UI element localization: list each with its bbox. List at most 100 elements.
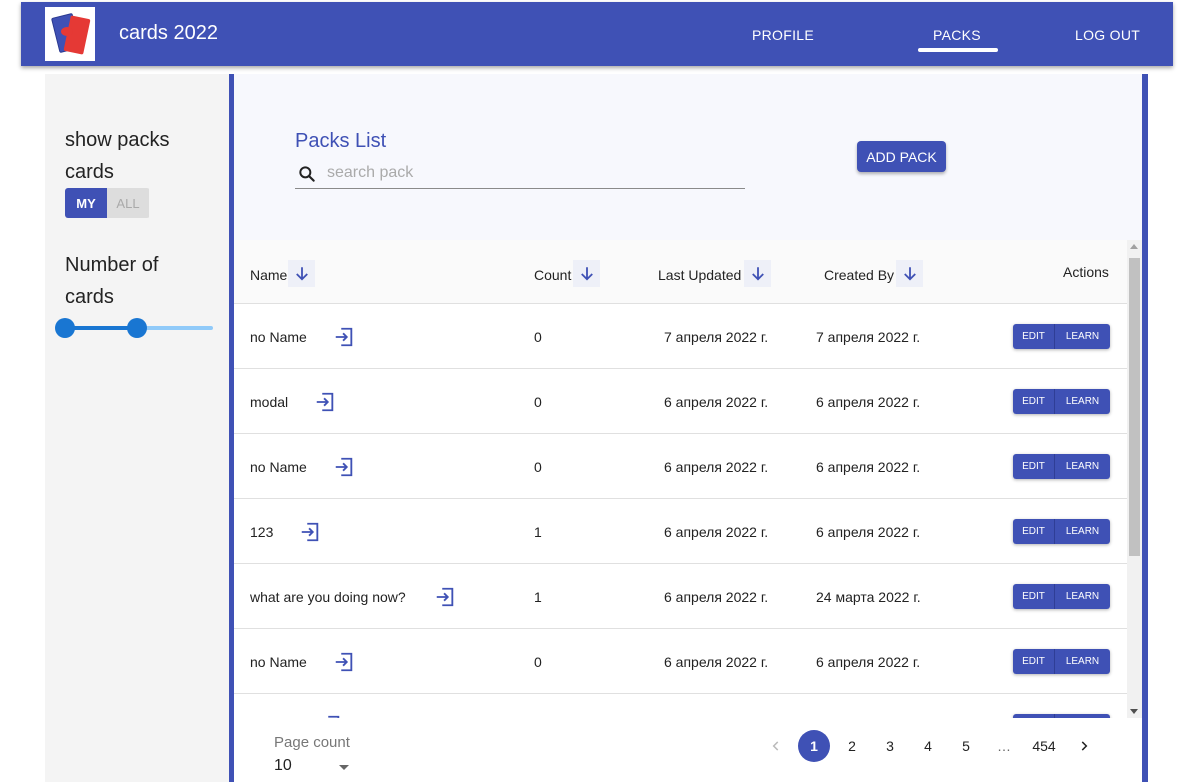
header-count: Count: [534, 267, 572, 283]
pack-created-by: 6 апреля 2022 г.: [816, 394, 921, 410]
filter-sidebar: show packs cards MY ALL Number of cards: [45, 74, 230, 782]
page-ellipsis: …: [997, 738, 1011, 754]
open-pack-icon[interactable]: [333, 456, 355, 478]
pack-count: 0: [534, 459, 542, 475]
my-all-toggle: MY ALL: [65, 188, 150, 218]
open-pack-icon[interactable]: [434, 586, 456, 608]
edit-button[interactable]: EDIT: [1013, 389, 1055, 414]
edit-button[interactable]: EDIT: [1013, 324, 1055, 349]
pack-name: 123: [250, 524, 274, 540]
scroll-down-arrow-icon[interactable]: [1130, 709, 1138, 714]
open-pack-icon[interactable]: [333, 651, 355, 673]
pack-last-updated: 6 апреля 2022 г.: [664, 459, 769, 475]
open-pack-icon[interactable]: [333, 326, 355, 348]
learn-button[interactable]: LEARN: [1055, 324, 1110, 349]
pack-name: no Name: [250, 329, 307, 345]
table-scrollbar[interactable]: [1127, 240, 1142, 718]
toggle-all-button[interactable]: ALL: [107, 188, 149, 218]
open-pack-icon[interactable]: [299, 521, 321, 543]
page-count-select[interactable]: 10: [274, 757, 354, 779]
prev-page-chevron-left-icon[interactable]: [760, 730, 792, 762]
sort-created-arrow-down-icon[interactable]: [896, 260, 923, 287]
pack-last-updated: 6 апреля 2022 г.: [664, 394, 769, 410]
scrollbar-thumb[interactable]: [1129, 258, 1140, 556]
dropdown-caret-icon: [339, 765, 349, 770]
row-actions: EDIT LEARN: [1013, 389, 1110, 414]
next-page-chevron-right-icon[interactable]: [1068, 730, 1100, 762]
search-icon: [299, 166, 315, 182]
pack-name: what are you doing now?: [250, 589, 406, 605]
number-of-cards-label: Number of: [65, 254, 159, 276]
page-count-label: Page count: [274, 734, 350, 751]
table-row: no Name 0 7 апреля 2022 г. 7 апреля 2022…: [234, 304, 1127, 369]
learn-button[interactable]: LEARN: [1055, 389, 1110, 414]
pack-count: 0: [534, 394, 542, 410]
pack-name: no Name: [250, 654, 307, 670]
edit-button[interactable]: EDIT: [1013, 454, 1055, 479]
table-row-partial: [234, 694, 1127, 718]
sort-name-arrow-down-icon[interactable]: [288, 260, 315, 287]
pack-last-updated: 6 апреля 2022 г.: [664, 524, 769, 540]
pack-count: 1: [534, 589, 542, 605]
edit-button[interactable]: EDIT: [1013, 584, 1055, 609]
pack-created-by: 6 апреля 2022 г.: [816, 524, 921, 540]
sort-count-arrow-down-icon[interactable]: [573, 260, 600, 287]
pack-last-updated: 7 апреля 2022 г.: [664, 329, 769, 345]
header-name: Name: [250, 267, 288, 283]
page-button-4[interactable]: 4: [912, 730, 944, 762]
nav-active-indicator: [918, 48, 998, 52]
table-row: what are you doing now? 1 6 апреля 2022 …: [234, 564, 1127, 629]
pack-created-by: 24 марта 2022 г.: [816, 589, 921, 605]
show-packs-label-cards: cards: [65, 161, 114, 183]
pack-created-by: 7 апреля 2022 г.: [816, 329, 921, 345]
edit-button[interactable]: EDIT: [1013, 519, 1055, 544]
pack-count: 0: [534, 654, 542, 670]
search-field: [295, 158, 745, 189]
row-actions: EDIT LEARN: [1013, 454, 1110, 479]
app-bar: cards 2022 PROFILE PACKS LOG OUT: [21, 2, 1173, 66]
pack-count: 0: [534, 329, 542, 345]
pack-created-by: 6 апреля 2022 г.: [816, 459, 921, 475]
search-input[interactable]: [327, 162, 727, 184]
learn-button[interactable]: LEARN: [1055, 519, 1110, 544]
table-footer: Page count 10 1 2 3 4 5 … 454: [234, 718, 1142, 782]
scroll-up-arrow-icon[interactable]: [1130, 244, 1138, 249]
learn-button[interactable]: LEARN: [1055, 584, 1110, 609]
packs-table: Name Count Last Updated Created By Actio…: [234, 240, 1127, 718]
logo-icon[interactable]: [45, 7, 95, 61]
slider-max-thumb[interactable]: [127, 318, 147, 338]
main-border-right: [1142, 74, 1148, 782]
pack-last-updated: 6 апреля 2022 г.: [664, 654, 769, 670]
show-packs-label: show packs: [65, 129, 170, 151]
table-row: modal 0 6 апреля 2022 г. 6 апреля 2022 г…: [234, 369, 1127, 434]
number-of-cards-label-cards: cards: [65, 286, 114, 308]
table-row: 123 1 6 апреля 2022 г. 6 апреля 2022 г. …: [234, 499, 1127, 564]
edit-button[interactable]: EDIT: [1013, 649, 1055, 674]
learn-button[interactable]: LEARN: [1055, 454, 1110, 479]
row-actions: EDIT LEARN: [1013, 519, 1110, 544]
nav-logout[interactable]: LOG OUT: [1075, 27, 1140, 43]
nav-packs[interactable]: PACKS: [933, 27, 981, 43]
row-actions: EDIT LEARN: [1013, 584, 1110, 609]
nav-profile[interactable]: PROFILE: [752, 27, 814, 43]
header-created-by: Created By: [824, 267, 895, 283]
table-header: Name Count Last Updated Created By Actio…: [234, 240, 1127, 304]
page-button-5[interactable]: 5: [950, 730, 982, 762]
open-pack-icon[interactable]: [314, 391, 336, 413]
pack-name: modal: [250, 394, 289, 410]
sort-updated-arrow-down-icon[interactable]: [744, 260, 771, 287]
learn-button[interactable]: LEARN: [1055, 649, 1110, 674]
pack-last-updated: 6 апреля 2022 г.: [664, 589, 769, 605]
row-actions: EDIT LEARN: [1013, 324, 1110, 349]
page-button-last[interactable]: 454: [1028, 730, 1060, 762]
add-pack-button[interactable]: ADD PACK: [857, 141, 946, 172]
header-last-updated: Last Updated: [658, 267, 742, 283]
page-title: Packs List: [295, 130, 387, 152]
page-button-3[interactable]: 3: [874, 730, 906, 762]
toggle-my-button[interactable]: MY: [65, 188, 107, 218]
page-button-2[interactable]: 2: [836, 730, 868, 762]
page-button-1[interactable]: 1: [798, 730, 830, 762]
slider-min-thumb[interactable]: [55, 318, 75, 338]
table-row: no Name 0 6 апреля 2022 г. 6 апреля 2022…: [234, 434, 1127, 499]
app-title: cards 2022: [119, 22, 218, 44]
